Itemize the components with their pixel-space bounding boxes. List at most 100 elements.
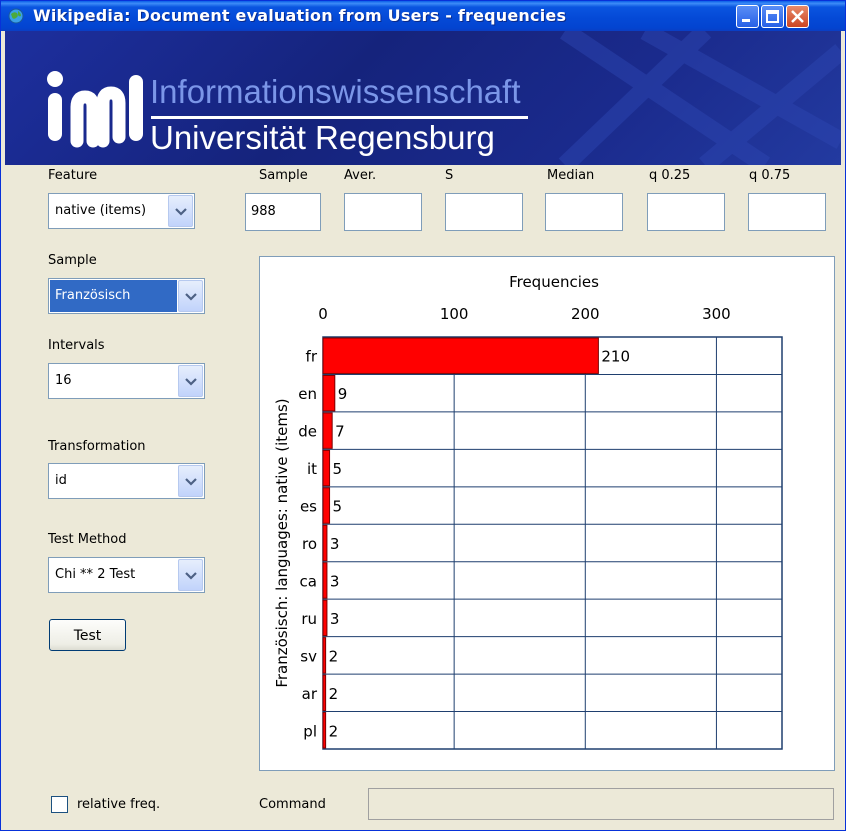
stat-s-field[interactable] [445,193,523,231]
category-label: en [298,385,317,403]
stat-median-field[interactable] [545,193,623,231]
test-method-dropdown[interactable]: Chi ** 2 Test [48,557,205,593]
stat-median-label: Median [547,168,595,183]
logo-icon [47,71,143,148]
category-label: it [307,460,317,478]
value-label: 3 [330,572,340,590]
bar-de [322,412,333,449]
transformation-label: Transformation [48,439,146,454]
chart-panel: Frequencies 0 100 200 300 fr 210 en 9 de 7 it 5 es 5… [259,256,835,771]
value-label: 7 [335,423,345,441]
value-label: 3 [330,535,340,553]
intervals-value: 16 [55,373,72,388]
close-button[interactable] [786,5,809,28]
category-label: ru [301,610,317,628]
bar-es [322,487,331,524]
feature-value: native (items) [55,203,147,218]
feature-dropdown-button[interactable] [168,195,193,227]
chevron-down-icon [185,378,197,386]
category-label: sv [300,647,317,665]
x-tick-label: 100 [440,305,469,323]
test-button[interactable]: Test [49,619,126,651]
stat-sample-value: 988 [251,204,276,219]
feature-label: Feature [48,168,98,183]
command-label: Command [259,797,326,812]
bar-pl [322,712,327,749]
chevron-down-icon [175,208,187,216]
test-method-dropdown-button[interactable] [178,559,203,591]
bar-fr [322,337,599,374]
category-label: ca [300,572,317,590]
value-label: 2 [329,647,339,665]
value-label: 2 [329,722,339,740]
banner-subtitle: Universität Regensburg [150,119,495,156]
x-tick-label: 0 [318,305,328,323]
y-axis-label: Französisch: languages: native (items) [273,398,291,687]
window-title: Wikipedia: Document evaluation from User… [33,6,567,25]
category-label: fr [306,348,318,366]
value-label: 2 [329,685,339,703]
transformation-dropdown[interactable]: id [48,463,205,499]
stat-aver-label: Aver. [344,168,377,183]
category-label: de [298,423,317,441]
chart-title: Frequencies [509,273,599,291]
app-window: Wikipedia: Document evaluation from User… [0,0,846,831]
stat-s-label: S [445,168,454,183]
stat-sample-label: Sample [259,168,308,183]
minimize-button[interactable] [736,5,759,28]
stat-q025-field[interactable] [647,193,725,231]
banner: Informationswissenschaft Universität Reg… [5,31,841,165]
category-label: es [300,498,317,516]
x-tick-label: 200 [571,305,600,323]
sample-dropdown[interactable]: Französisch [48,278,205,314]
value-label: 210 [601,348,630,366]
transformation-value: id [55,473,67,488]
bar-it [322,449,331,487]
transformation-dropdown-button[interactable] [178,465,203,497]
close-icon [791,10,804,23]
chevron-down-icon [185,478,197,486]
plot-area [322,336,783,750]
bar-ru [322,599,328,637]
app-icon [8,8,24,24]
sample-dropdown-button[interactable] [178,280,203,312]
command-input[interactable] [368,788,834,820]
stat-q075-label: q 0.75 [749,168,791,183]
title-bar[interactable]: Wikipedia: Document evaluation from User… [1,1,845,31]
frequency-chart: Frequencies 0 100 200 300 fr 210 en 9 de 7 it 5 es 5… [273,273,783,750]
value-label: 5 [333,498,343,516]
stat-q075-field[interactable] [748,193,826,231]
value-label: 3 [330,610,340,628]
test-method-value: Chi ** 2 Test [55,567,136,582]
bar-en [322,374,336,412]
category-label: ar [302,685,318,703]
sample-value: Französisch [55,288,131,303]
minimize-icon [742,19,750,22]
feature-dropdown[interactable]: native (items) [48,193,195,229]
stat-aver-field[interactable] [344,193,422,231]
banner-title: Informationswissenschaft [150,73,521,110]
x-tick-label: 300 [702,305,731,323]
chevron-down-icon [185,293,197,301]
sample-label: Sample [48,253,97,268]
chevron-down-icon [185,572,197,580]
relative-freq-checkbox[interactable] [51,796,68,813]
bar-ar [322,674,327,712]
stat-sample-field[interactable]: 988 [245,193,321,231]
relative-freq-label: relative freq. [77,797,161,812]
maximize-icon [766,10,779,23]
intervals-dropdown-button[interactable] [178,365,203,397]
category-label: ro [302,535,317,553]
stat-q025-label: q 0.25 [649,168,691,183]
intervals-label: Intervals [48,338,105,353]
value-label: 9 [338,385,348,403]
intervals-dropdown[interactable]: 16 [48,363,205,399]
value-label: 5 [333,460,343,478]
maximize-button[interactable] [761,5,784,28]
test-method-label: Test Method [48,532,127,547]
bar-ro [322,524,328,562]
category-label: pl [303,722,317,740]
test-button-label: Test [73,628,102,644]
bar-ca [322,562,328,599]
bar-sv [322,637,327,674]
